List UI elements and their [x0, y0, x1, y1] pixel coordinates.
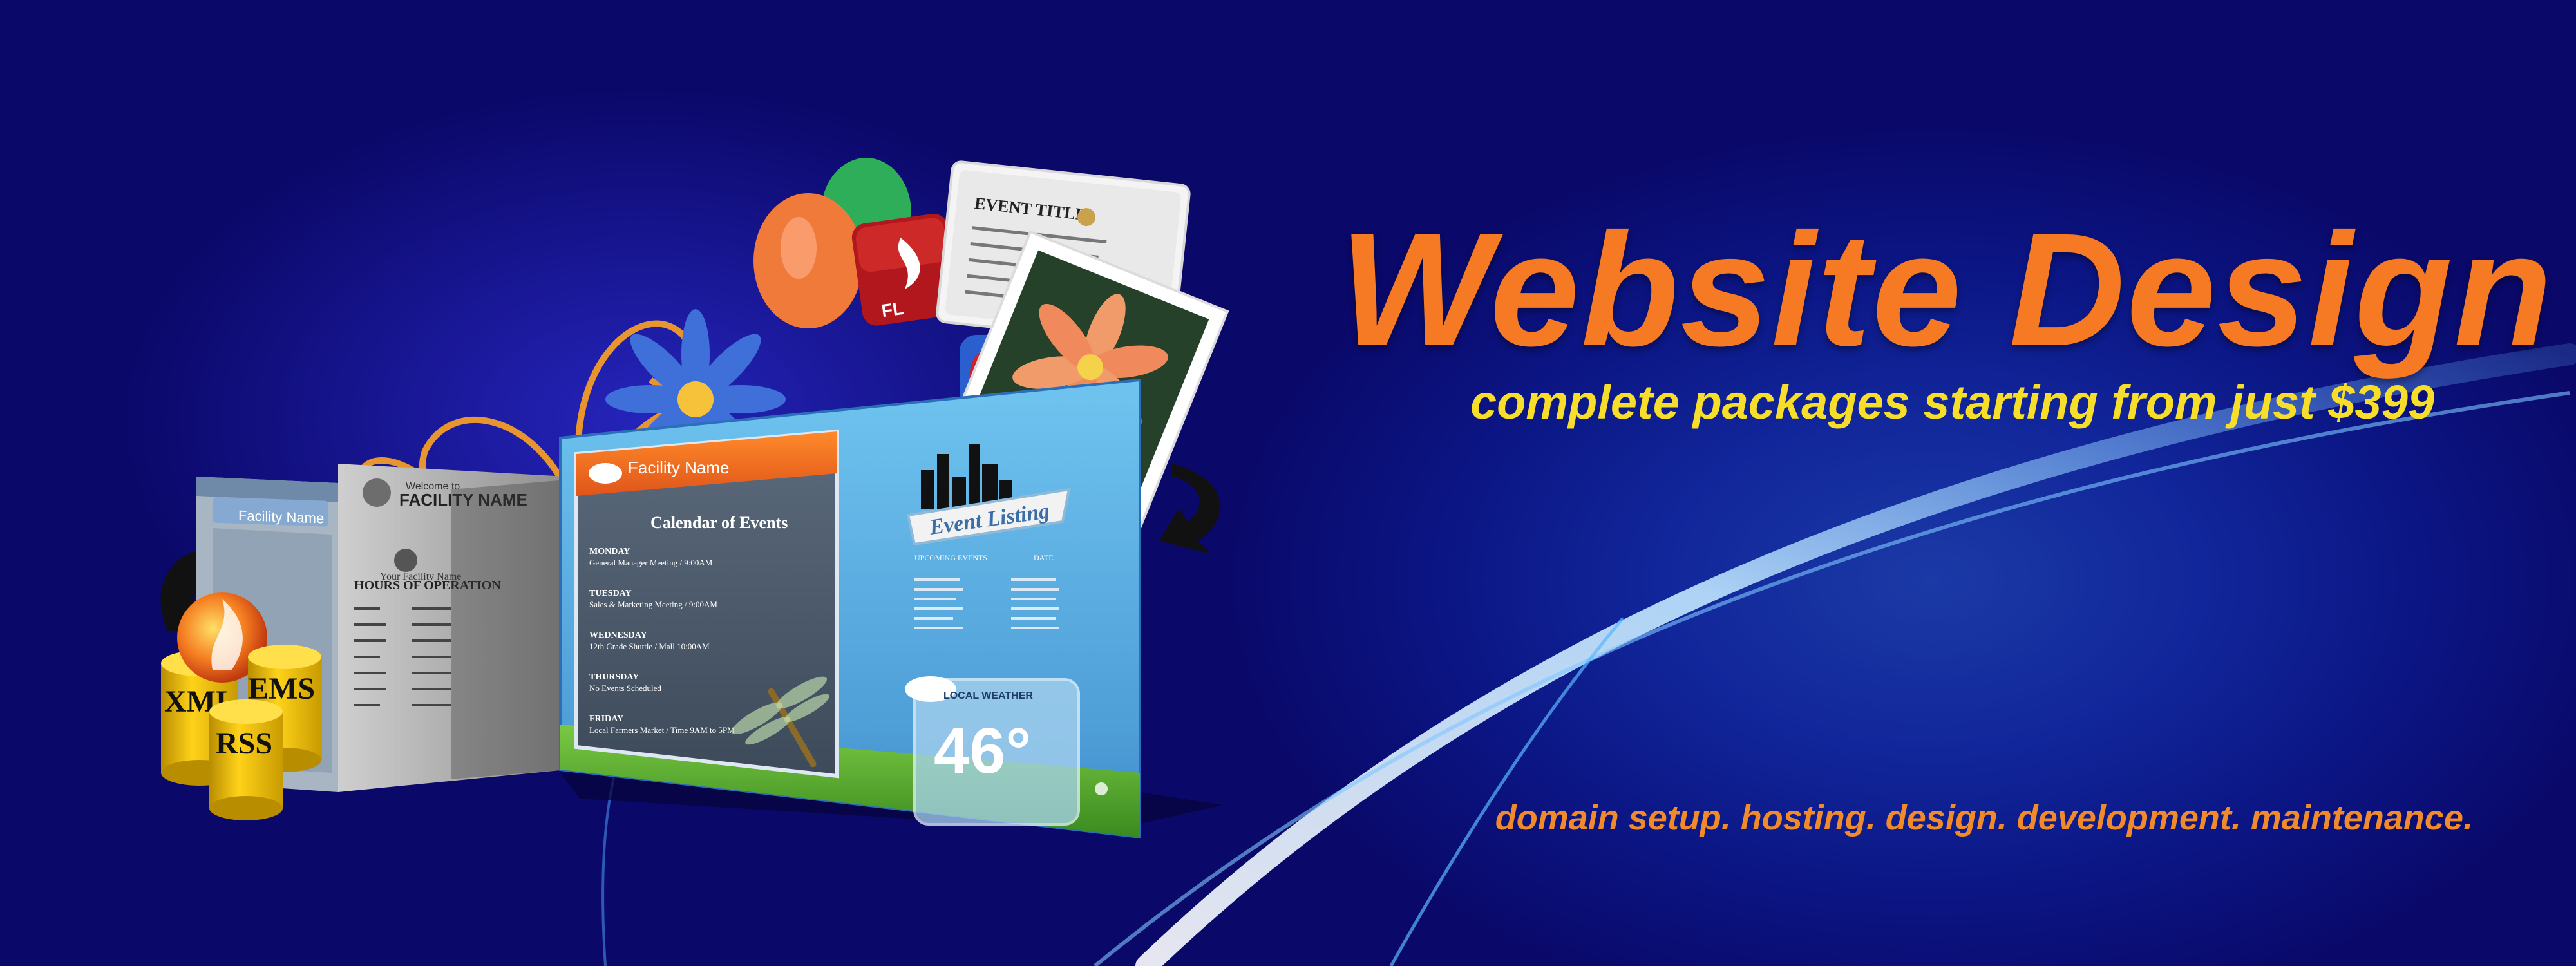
website-panel-2: Welcome to FACILITY NAME Your Facility N…: [338, 464, 567, 792]
light-swoosh: [1135, 343, 2576, 966]
upcoming-events-label: UPCOMING EVENTS: [914, 553, 987, 562]
event-wednesday: 12th Grade Shuttle / Mall 10:00AM: [589, 641, 710, 651]
day-friday: FRIDAY: [589, 714, 623, 724]
day-monday: MONDAY: [589, 547, 630, 556]
hero-banner: FL EVENT TITLE Facility Name Welcome to …: [0, 0, 2576, 966]
event-tuesday: Sales & Marketing Meeting / 9:00AM: [589, 600, 717, 609]
svg-text:FL: FL: [880, 298, 905, 321]
panel-1-facility-name: Facility Name: [238, 507, 324, 527]
weather-label: LOCAL WEATHER: [943, 690, 1033, 701]
headline: Website Design: [1340, 200, 2553, 379]
tag-rss: RSS: [216, 726, 272, 761]
services-tagline: domain setup. hosting. design. developme…: [1495, 799, 2473, 837]
date-label: DATE: [1034, 553, 1054, 562]
weather-widget: LOCAL WEATHER 46°: [905, 676, 1108, 826]
subheadline: complete packages starting from just $39…: [1470, 375, 2434, 429]
calendar-box: Facility Name Calendar of Events MONDAY …: [574, 429, 839, 779]
event-monday: General Manager Meeting / 9:00AM: [589, 558, 713, 567]
calendar-title: Calendar of Events: [650, 513, 788, 532]
main-panel-facility-name: Facility Name: [628, 458, 729, 477]
event-thursday: No Events Scheduled: [589, 683, 661, 693]
day-thursday: THURSDAY: [589, 672, 639, 682]
website-main-panel: Facility Name Calendar of Events MONDAY …: [559, 378, 1141, 839]
arrow-right-icon: [1159, 464, 1220, 554]
temperature: 46°: [934, 715, 1031, 787]
rss-can: RSS: [209, 699, 283, 820]
day-tuesday: TUESDAY: [589, 589, 632, 598]
event-friday: Local Farmers Market / Time 9AM to 5PM: [589, 725, 735, 735]
day-wednesday: WEDNESDAY: [589, 630, 647, 640]
